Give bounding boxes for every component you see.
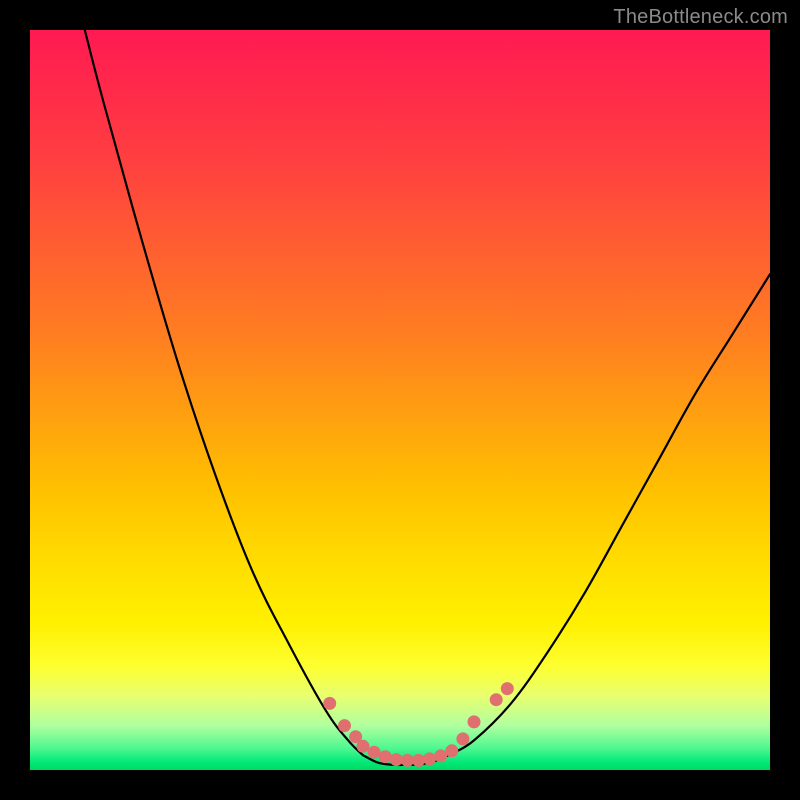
plot-area	[30, 30, 770, 770]
chart-frame: TheBottleneck.com	[0, 0, 800, 800]
curve-svg	[30, 30, 770, 770]
data-marker	[434, 749, 447, 762]
data-marker	[390, 753, 403, 766]
curve-layer	[85, 30, 770, 765]
bottleneck-curve-right	[452, 274, 770, 754]
data-marker	[412, 754, 425, 767]
data-marker	[501, 682, 514, 695]
marker-layer	[323, 682, 514, 767]
data-marker	[338, 719, 351, 732]
data-marker	[368, 746, 381, 759]
bottleneck-curve-left	[85, 30, 363, 755]
data-marker	[490, 693, 503, 706]
data-marker	[468, 715, 481, 728]
data-marker	[379, 750, 392, 763]
data-marker	[323, 697, 336, 710]
data-marker	[423, 752, 436, 765]
data-marker	[456, 732, 469, 745]
watermark-text: TheBottleneck.com	[613, 6, 788, 29]
data-marker	[445, 744, 458, 757]
data-marker	[401, 754, 414, 767]
data-marker	[357, 740, 370, 753]
